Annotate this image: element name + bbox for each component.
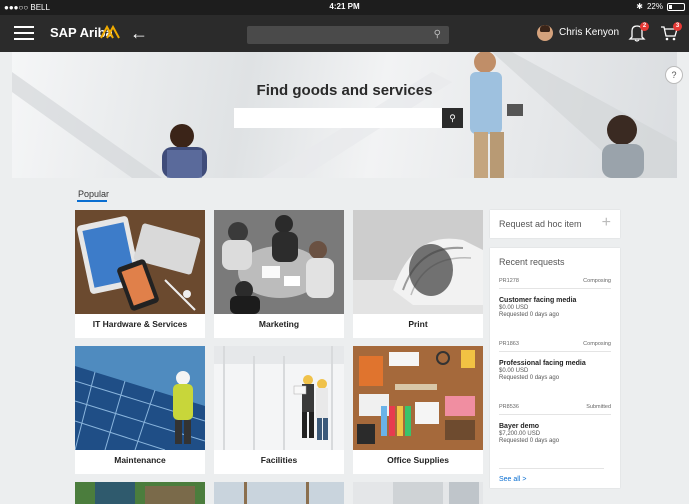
facilities-image <box>214 346 344 450</box>
category-tile-office-supplies[interactable]: Office Supplies <box>353 346 483 474</box>
request-status: Composing <box>583 278 611 284</box>
category-label: Maintenance <box>114 455 166 465</box>
notification-badge: 2 <box>640 22 649 31</box>
category-label: IT Hardware & Services <box>92 319 188 329</box>
request-amount: $0.00 USD <box>499 305 529 311</box>
cart-badge: 3 <box>673 22 682 31</box>
hero-search-button[interactable]: ⚲ <box>442 108 463 128</box>
see-all-link[interactable]: See all > <box>499 476 526 483</box>
plus-icon[interactable]: + <box>602 214 611 232</box>
request-status: Composing <box>583 341 611 347</box>
category-tile-it-hardware[interactable]: IT Hardware & Services <box>75 210 205 338</box>
search-icon: ⚲ <box>449 113 456 123</box>
request-name: Professional facing media <box>499 360 586 367</box>
request-adhoc-label: Request ad hoc item <box>499 219 582 229</box>
request-id: PR8536 <box>499 404 519 410</box>
request-name: Customer facing media <box>499 297 577 304</box>
tab-active-indicator <box>77 200 107 202</box>
tile-image-partial <box>214 482 344 504</box>
office-supplies-image <box>353 346 483 450</box>
request-date: Requested 0 days ago <box>499 375 560 381</box>
ios-status-bar: ●●●○○ BELL 4:21 PM ✱ 22% <box>0 0 689 15</box>
ariba-logo-icon <box>100 25 120 39</box>
user-name[interactable]: Chris Kenyon <box>559 27 619 38</box>
marketing-image <box>214 210 344 314</box>
request-id: PR1863 <box>499 341 519 347</box>
request-amount: $7,200.00 USD <box>499 431 541 437</box>
request-status: Submitted <box>586 404 611 410</box>
search-icon[interactable]: ⚲ <box>434 29 441 40</box>
category-tile-facilities[interactable]: Facilities <box>214 346 344 474</box>
shell-bar: SAP Ariba ← ⚲ Chris Kenyon 2 3 <box>0 15 689 52</box>
request-date: Requested 0 days ago <box>499 438 560 444</box>
status-right: ✱ 22% <box>636 2 685 11</box>
header-search-input[interactable]: ⚲ <box>247 26 449 44</box>
category-tile-partial[interactable] <box>75 482 205 504</box>
hero-title: Find goods and services <box>256 82 433 99</box>
help-button[interactable]: ? <box>665 66 683 84</box>
category-tile-partial[interactable] <box>214 482 344 504</box>
request-item[interactable]: PR8536 Submitted Bayer demo $7,200.00 USD… <box>499 404 611 444</box>
category-label: Office Supplies <box>387 455 449 465</box>
request-adhoc-card[interactable]: Request ad hoc item + <box>490 210 620 238</box>
hero-banner: Find goods and services ⚲ <box>12 52 677 178</box>
bluetooth-icon: ✱ <box>636 2 643 11</box>
recent-requests-title: Recent requests <box>499 257 565 267</box>
category-tile-marketing[interactable]: Marketing <box>214 210 344 338</box>
category-tile-partial[interactable] <box>353 482 483 504</box>
tile-image-partial <box>75 482 205 504</box>
divider <box>499 468 604 469</box>
avatar[interactable] <box>537 25 553 41</box>
print-image <box>353 210 483 314</box>
category-label: Print <box>408 319 428 329</box>
category-tile-maintenance[interactable]: Maintenance <box>75 346 205 474</box>
battery-icon <box>667 2 685 11</box>
tab-popular[interactable]: Popular <box>78 189 109 199</box>
it-hardware-image <box>75 210 205 314</box>
tile-image-partial <box>353 482 483 504</box>
request-amount: $0.00 USD <box>499 368 529 374</box>
battery-percent: 22% <box>646 2 663 11</box>
request-date: Requested 0 days ago <box>499 312 560 318</box>
maintenance-image <box>75 346 205 450</box>
hero-search-input[interactable] <box>234 108 442 128</box>
recent-requests-card: Recent requests PR1278 Composing Customer… <box>490 248 620 488</box>
request-id: PR1278 <box>499 278 519 284</box>
category-label: Facilities <box>260 455 298 465</box>
request-name: Bayer demo <box>499 423 540 430</box>
menu-icon[interactable] <box>14 26 34 41</box>
back-arrow-icon[interactable]: ← <box>130 23 148 44</box>
request-item[interactable]: PR1863 Composing Professional facing medi… <box>499 341 611 381</box>
request-item[interactable]: PR1278 Composing Customer facing media $0… <box>499 278 611 318</box>
category-label: Marketing <box>258 319 300 329</box>
clock: 4:21 PM <box>329 2 360 11</box>
category-tile-print[interactable]: Print <box>353 210 483 338</box>
